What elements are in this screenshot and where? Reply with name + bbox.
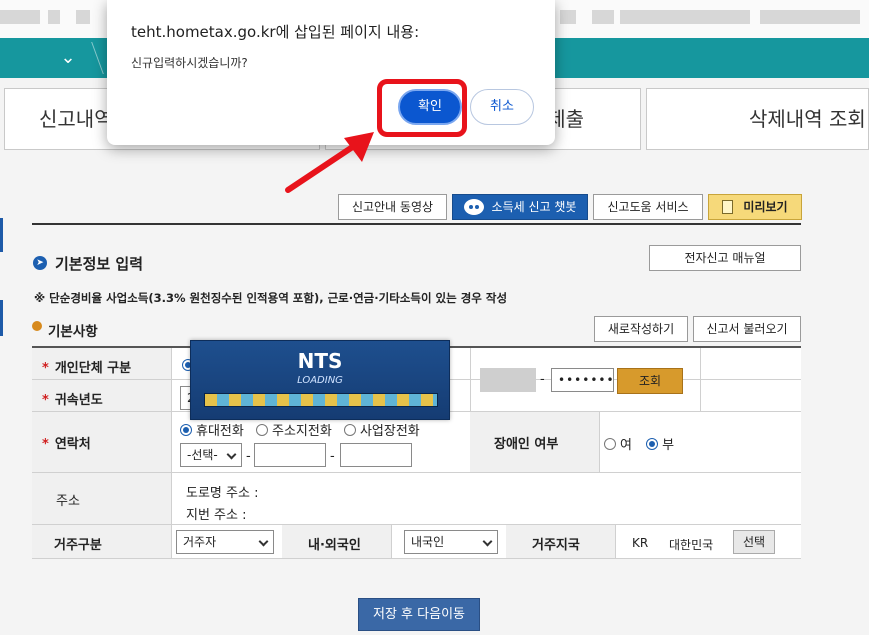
phone-type-radios: 휴대전화 주소지전화 사업장전화 (180, 420, 420, 439)
loading-overlay: NTS LOADING (190, 340, 450, 420)
chevron-down-icon (482, 536, 493, 547)
left-edge-tab[interactable] (0, 218, 3, 252)
highlight-box (377, 79, 467, 137)
arrow-circle-icon: ➤ (33, 256, 47, 270)
document-icon (722, 200, 734, 214)
nationality-label-cell: 내·외국인 (282, 525, 392, 559)
subsection-title: 기본사항 (48, 324, 98, 340)
phone-dash: - (330, 449, 335, 464)
new-write-button[interactable]: 새로작성하기 (594, 316, 688, 342)
id-number-field[interactable] (480, 368, 536, 392)
cancel-button[interactable]: 취소 (470, 89, 534, 125)
disability-yes-radio[interactable] (604, 438, 616, 450)
address-label-cell: 주소 (32, 473, 172, 525)
country-code: KR (632, 536, 649, 550)
phone-middle-input[interactable] (254, 443, 326, 467)
tab-deleted-history[interactable]: 삭제내역 조회 (646, 88, 869, 150)
chatbot-button[interactable]: 소득세 신고 챗봇 (452, 194, 588, 220)
load-report-button[interactable]: 신고서 불러오기 (693, 316, 801, 342)
disability-no-radio[interactable] (646, 438, 659, 450)
lot-address-label: 지번 주소 : (186, 508, 247, 523)
loading-title: NTS (297, 349, 343, 373)
phone-prefix-select[interactable]: -선택- (180, 443, 242, 467)
section-divider (32, 223, 801, 225)
country-name: 대한민국 (669, 538, 714, 552)
progress-fill (205, 394, 437, 406)
id-separator: - (540, 372, 545, 387)
contact-label-cell: * 연락처 (32, 412, 172, 473)
loading-progress-bar (204, 393, 438, 407)
bullet-icon (32, 321, 42, 331)
preview-button[interactable]: 미리보기 (708, 194, 802, 220)
notice-text: ※ 단순경비율 사업소득(3.3% 원천징수된 인적용역 포함), 근로·연금·… (34, 291, 508, 305)
chevron-down-icon (226, 449, 237, 460)
tab-label: 삭제내역 조회 (749, 107, 866, 131)
loading-subtitle: LOADING (297, 375, 343, 386)
residence-label-cell: 거주구분 (32, 525, 172, 559)
mobile-radio[interactable] (180, 424, 192, 436)
home-phone-radio[interactable] (255, 424, 268, 436)
year-label-cell: * 귀속년도 (32, 380, 172, 412)
red-arrow-icon (285, 132, 374, 193)
disability-radios: 여 부 (604, 434, 674, 453)
id-secret-field[interactable]: ••••••• (551, 368, 614, 392)
phone-last-input[interactable] (340, 443, 412, 467)
section-title: 기본정보 입력 (55, 255, 144, 273)
work-phone-radio[interactable] (343, 424, 356, 436)
save-next-button[interactable]: 저장 후 다음이동 (358, 598, 480, 631)
confirm-dialog: teht.hometax.go.kr에 삽입된 페이지 내용: 신규입력하시겠습… (107, 0, 555, 145)
left-edge-tab[interactable] (0, 300, 3, 336)
chevron-down-icon (258, 536, 269, 547)
disability-label-cell: 장애인 여부 (470, 412, 600, 473)
manual-button[interactable]: 전자신고 매뉴얼 (649, 245, 801, 271)
dialog-message: 신규입력하시겠습니까? (131, 56, 248, 70)
help-service-button[interactable]: 신고도움 서비스 (593, 194, 703, 220)
dialog-title: teht.hometax.go.kr에 삽입된 페이지 내용: (131, 23, 420, 41)
phone-dash: - (246, 449, 251, 464)
lookup-button[interactable]: 조회 (617, 368, 683, 394)
nationality-select[interactable]: 내국인 (404, 530, 498, 554)
road-address-label: 도로명 주소 : (186, 486, 259, 501)
country-select-button[interactable]: 선택 (733, 530, 775, 554)
chatbot-icon (463, 199, 484, 215)
residence-select[interactable]: 거주자 (176, 530, 274, 554)
type-label-cell: * 개인단체 구분 (32, 348, 172, 380)
tab-label: 신고내역 (39, 107, 113, 131)
country-label-cell: 거주지국 (506, 525, 616, 559)
